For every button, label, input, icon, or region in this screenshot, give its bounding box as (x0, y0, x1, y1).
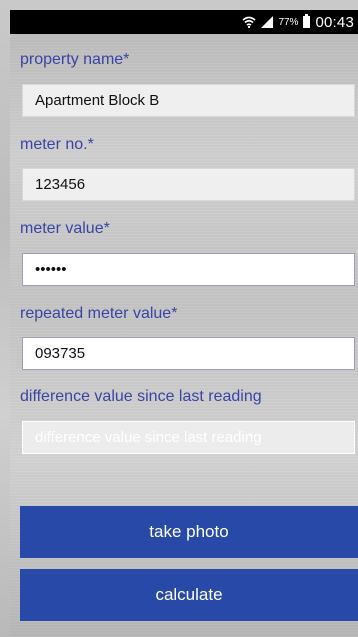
take-photo-button[interactable]: take photo (20, 506, 358, 558)
repeated-meter-value-input[interactable] (22, 337, 355, 370)
meter-no-label: meter no.* (20, 136, 94, 153)
signal-icon (261, 16, 274, 28)
battery-percent: 77% (278, 16, 299, 28)
status-bar: 77% 00:43 (10, 10, 358, 34)
property-name-label: property name* (20, 51, 130, 68)
meter-value-input[interactable] (22, 253, 355, 286)
property-name-input[interactable] (22, 84, 355, 117)
wifi-icon (242, 16, 256, 28)
clock: 00:43 (315, 13, 354, 31)
repeated-meter-value-label: repeated meter value* (20, 305, 178, 322)
battery-icon (303, 14, 311, 28)
difference-value-label: difference value since last reading (20, 388, 262, 405)
meter-value-label: meter value* (20, 220, 110, 237)
app-content: property name* meter no.* meter value* r… (10, 34, 358, 637)
difference-value-input[interactable] (22, 421, 355, 454)
calculate-button[interactable]: calculate (20, 569, 358, 621)
meter-no-input[interactable] (22, 168, 355, 201)
